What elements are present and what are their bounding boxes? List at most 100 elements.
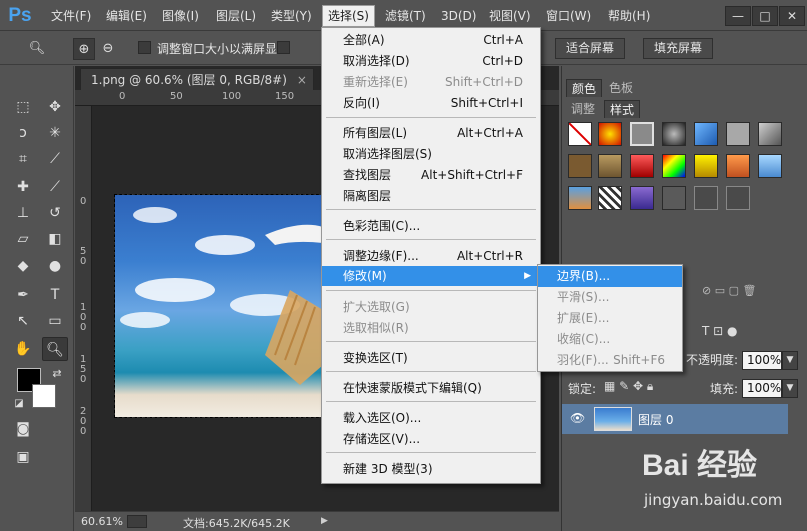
menu-type[interactable]: 类型(Y) (266, 6, 317, 28)
menu-item-select-all[interactable]: 全部(A) Ctrl+A (322, 30, 540, 50)
type-tool-icon[interactable]: T (42, 283, 68, 307)
swap-colors-icon[interactable]: ⇄ (44, 362, 70, 386)
status-menu-arrow-icon[interactable]: ▶ (321, 516, 328, 526)
menu-edit[interactable]: 编辑(E) (101, 6, 152, 28)
style-swatch[interactable] (662, 154, 686, 178)
style-swatch[interactable] (568, 154, 592, 178)
menu-item-new-3d-model[interactable]: 新建 3D 模型(3) (322, 459, 540, 479)
style-swatch[interactable] (630, 154, 654, 178)
submenu-item-contract[interactable]: 收缩(C)... (538, 329, 682, 350)
menu-help[interactable]: 帮助(H) (603, 6, 655, 28)
gradient-tool-icon[interactable]: ◧ (42, 227, 68, 251)
document-tab[interactable]: 1.png @ 60.6% (图层 0, RGB/8#) × (80, 68, 314, 90)
menu-item-grow[interactable]: 扩大选取(G) (322, 297, 540, 317)
hand-tool-icon[interactable]: ✋ (10, 337, 36, 361)
screen-mode-icon[interactable]: ▣ (10, 445, 36, 469)
menu-item-save-selection[interactable]: 存储选区(V)... (322, 429, 540, 449)
lasso-tool-icon[interactable]: ↄ (10, 121, 36, 145)
tab-styles[interactable]: 样式 (604, 100, 641, 118)
style-swatch-none[interactable] (568, 122, 592, 146)
marquee-tool-icon[interactable]: ⬚ (10, 95, 36, 119)
style-swatch[interactable] (662, 186, 686, 210)
visibility-eye-icon[interactable]: 👁︎ (570, 411, 585, 425)
history-brush-tool-icon[interactable]: ↺ (42, 201, 68, 225)
style-swatch[interactable] (758, 154, 782, 178)
menu-item-refine-edge[interactable]: 调整边缘(F)... Alt+Ctrl+R (322, 246, 540, 266)
brush-tool-icon[interactable]: ⟋ (42, 175, 68, 199)
menu-item-transform-selection[interactable]: 变换选区(T) (322, 348, 540, 368)
clone-stamp-tool-icon[interactable]: ⊥ (10, 201, 36, 225)
menu-item-color-range[interactable]: 色彩范围(C)... (322, 216, 540, 236)
menu-3d[interactable]: 3D(D) (436, 6, 481, 28)
layer-name[interactable]: 图层 0 (638, 411, 673, 428)
lock-icons[interactable]: ▦ ✎ ✥ 🔒︎ (604, 379, 653, 394)
menu-select[interactable]: 选择(S) (322, 5, 375, 27)
style-swatch[interactable] (694, 122, 718, 146)
path-selection-tool-icon[interactable]: ↖ (10, 309, 36, 333)
style-swatch[interactable] (662, 122, 686, 146)
style-swatch[interactable] (598, 186, 622, 210)
fill-input[interactable]: 100% (742, 379, 782, 398)
zoom-tool-icon[interactable]: 🔍︎ (42, 337, 68, 361)
pen-tool-icon[interactable]: ✒ (10, 283, 36, 307)
layer-filter-icons[interactable]: T ⊡ ● (702, 324, 737, 338)
style-swatch[interactable] (758, 122, 782, 146)
style-swatch[interactable] (568, 186, 592, 210)
healing-brush-tool-icon[interactable]: ✚ (10, 175, 36, 199)
blur-tool-icon[interactable]: ◆ (10, 254, 36, 278)
move-tool-icon[interactable]: ✥ (42, 95, 68, 119)
tab-adjustments[interactable]: 调整 (566, 100, 600, 118)
menu-item-deselect-layers[interactable]: 取消选择图层(S) (322, 144, 540, 164)
style-swatch[interactable] (598, 154, 622, 178)
dodge-tool-icon[interactable]: ● (42, 254, 68, 278)
quick-mask-icon[interactable]: ◙ (10, 417, 36, 441)
menu-item-isolate-layers[interactable]: 隔离图层 (322, 186, 540, 206)
menu-item-deselect[interactable]: 取消选择(D) Ctrl+D (322, 51, 540, 71)
zoom-level[interactable]: 60.61% (81, 515, 123, 528)
menu-image[interactable]: 图像(I) (157, 6, 204, 28)
resize-windows-checkbox[interactable] (138, 41, 151, 54)
maximize-button[interactable]: □ (752, 6, 778, 26)
style-swatch[interactable] (726, 122, 750, 146)
menu-layer[interactable]: 图层(L) (211, 6, 261, 28)
background-color-swatch[interactable] (32, 384, 56, 408)
style-swatch[interactable] (630, 122, 654, 146)
layer-row[interactable]: 👁︎ 图层 0 (562, 404, 788, 434)
close-window-button[interactable]: ✕ (779, 6, 805, 26)
menu-view[interactable]: 视图(V) (484, 6, 536, 28)
menu-item-quick-mask[interactable]: 在快速蒙版模式下编辑(Q) (322, 378, 540, 398)
submenu-item-feather[interactable]: 羽化(F)... Shift+F6 (538, 350, 682, 371)
tab-color[interactable]: 颜色 (566, 79, 603, 97)
style-swatch[interactable] (598, 122, 622, 146)
eraser-tool-icon[interactable]: ▱ (10, 227, 36, 251)
fill-dropdown-icon[interactable]: ▼ (782, 379, 798, 398)
menu-item-inverse[interactable]: 反向(I) Shift+Ctrl+I (322, 93, 540, 113)
style-swatch[interactable] (694, 186, 718, 210)
menu-item-reselect[interactable]: 重新选择(E) Shift+Ctrl+D (322, 72, 540, 92)
style-swatch[interactable] (726, 186, 750, 210)
opacity-dropdown-icon[interactable]: ▼ (782, 351, 798, 370)
submenu-item-expand[interactable]: 扩展(E)... (538, 308, 682, 329)
fit-screen-button[interactable]: 适合屏幕 (555, 38, 626, 59)
opacity-input[interactable]: 100% (742, 351, 782, 370)
crop-tool-icon[interactable]: ⌗ (10, 147, 36, 171)
style-swatch[interactable] (726, 154, 750, 178)
menu-item-load-selection[interactable]: 载入选区(O)... (322, 408, 540, 428)
minimize-button[interactable]: — (725, 6, 751, 26)
style-swatch[interactable] (694, 154, 718, 178)
tab-swatches[interactable]: 色板 (604, 79, 638, 97)
style-swatch[interactable] (630, 186, 654, 210)
panel-footer-icons[interactable]: ⊘ ▭ ▢ 🗑︎ (702, 284, 756, 297)
close-tab-icon[interactable]: × (297, 69, 307, 91)
default-colors-icon[interactable]: ◪ (6, 392, 32, 416)
submenu-item-border[interactable]: 边界(B)... (538, 266, 682, 287)
shape-tool-icon[interactable]: ▭ (42, 309, 68, 333)
zoom-all-windows-checkbox[interactable] (277, 41, 290, 54)
zoom-out-icon[interactable]: ⊖ (97, 38, 119, 60)
zoom-tool-icon[interactable]: 🔍︎ (26, 38, 48, 60)
menu-file[interactable]: 文件(F) (46, 6, 96, 28)
menu-item-similar[interactable]: 选取相似(R) (322, 318, 540, 338)
menu-item-all-layers[interactable]: 所有图层(L) Alt+Ctrl+A (322, 123, 540, 143)
zoom-in-icon[interactable]: ⊕ (73, 38, 95, 60)
menu-item-modify[interactable]: 修改(M) ▶ (322, 266, 540, 286)
